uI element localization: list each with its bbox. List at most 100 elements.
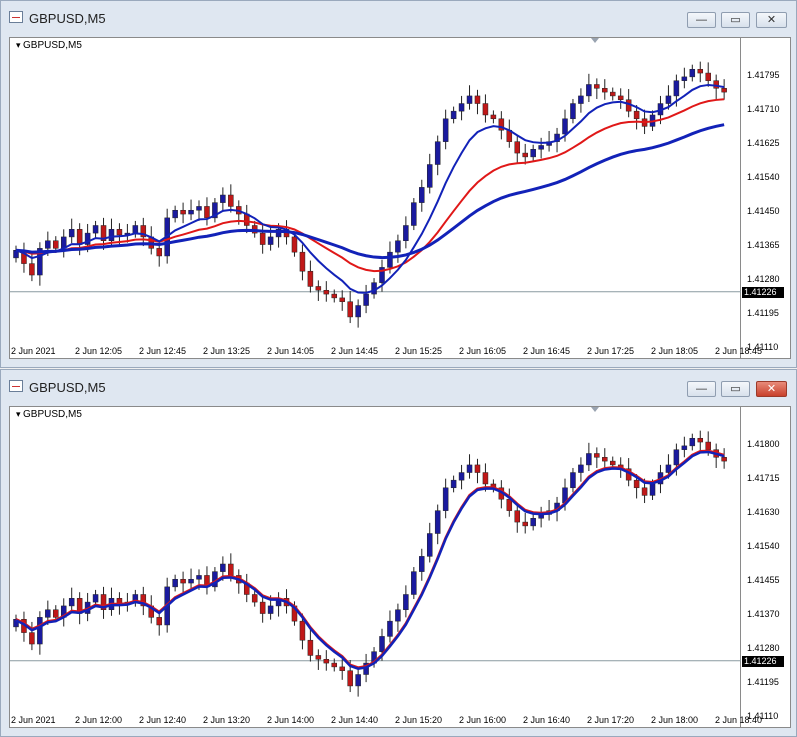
candle-body xyxy=(92,594,99,603)
candle-body xyxy=(180,578,186,584)
window-title: GBPUSD,M5 xyxy=(29,11,106,26)
time-tick-label: 2 Jun 18:05 xyxy=(651,346,699,356)
candle-body xyxy=(347,670,353,687)
minimize-button[interactable]: — xyxy=(687,381,716,397)
close-button[interactable]: ✕ xyxy=(756,381,787,397)
chart-window-bottom[interactable]: GBPUSD,M5 — ▭ ✕ GBPUSD,M5 1.41800 1.41715… xyxy=(0,369,797,737)
candle-body xyxy=(411,571,417,595)
candle-body xyxy=(474,464,481,473)
time-tick-label: 2 Jun 2021 xyxy=(11,715,56,725)
candle-body xyxy=(228,563,234,576)
candle-body xyxy=(673,449,680,466)
time-tick-label: 2 Jun 16:05 xyxy=(459,346,507,356)
title-bar[interactable]: GBPUSD,M5 — ▭ ✕ xyxy=(1,1,796,35)
price-tick-label: 1.41450 xyxy=(747,206,780,216)
price-tick-label: 1.41540 xyxy=(747,172,780,182)
time-tick-label: 2 Jun 12:45 xyxy=(139,346,187,356)
candle-body xyxy=(315,286,322,291)
candle-body xyxy=(395,609,401,622)
candle-body xyxy=(403,225,409,241)
candle-body xyxy=(259,232,266,245)
candle-body xyxy=(339,297,345,302)
chart-window-top[interactable]: GBPUSD,M5 — ▭ ✕ GBPUSD,M5 1.41795 1.41710… xyxy=(0,0,797,368)
candle-body xyxy=(665,95,672,104)
candle-body xyxy=(530,149,536,158)
candle-body xyxy=(586,84,592,97)
price-tick-label: 1.41370 xyxy=(747,609,780,619)
candle-body xyxy=(713,80,719,89)
candle-body xyxy=(633,110,640,120)
candle-body xyxy=(705,441,711,450)
candle-body xyxy=(458,472,465,481)
time-tick-label: 2 Jun 14:00 xyxy=(267,715,315,725)
restore-button[interactable]: ▭ xyxy=(721,12,750,28)
time-tick-label: 2 Jun 12:40 xyxy=(139,715,187,725)
candle-body xyxy=(339,666,345,671)
candle-body xyxy=(442,487,449,511)
close-button[interactable]: ✕ xyxy=(756,12,787,28)
candle-body xyxy=(474,95,481,104)
price-tick-label: 1.41455 xyxy=(747,575,780,585)
candle-body xyxy=(419,187,425,203)
current-price-label: 1.41226 xyxy=(742,655,784,667)
time-tick-label: 2 Jun 16:40 xyxy=(523,715,571,725)
restore-button[interactable]: ▭ xyxy=(721,381,750,397)
candle-body xyxy=(538,145,544,150)
candle-body xyxy=(220,563,226,572)
candle-body xyxy=(323,659,330,664)
candlestick-plot xyxy=(10,61,742,328)
candle-body xyxy=(299,620,306,641)
candle-body xyxy=(395,240,401,253)
candle-body xyxy=(602,457,608,462)
candle-body xyxy=(92,225,99,234)
time-tick-label: 2 Jun 14:05 xyxy=(267,346,315,356)
candle-body xyxy=(570,472,576,489)
price-chart[interactable]: GBPUSD,M5 xyxy=(9,406,742,728)
candle-body xyxy=(514,141,521,154)
chart-window-icon xyxy=(9,11,23,23)
candle-body xyxy=(132,225,139,234)
price-axis[interactable]: 1.41800 1.41715 1.41630 1.41540 1.41455 1.413… xyxy=(741,406,791,728)
candle-body xyxy=(530,518,536,527)
price-chart[interactable]: GBPUSD,M5 xyxy=(9,37,742,359)
time-tick-label: 2 Jun 16:45 xyxy=(523,346,571,356)
candle-body xyxy=(490,114,497,120)
time-tick-label: 2 Jun 18:45 xyxy=(715,346,763,356)
candle-body xyxy=(697,437,704,443)
title-bar[interactable]: GBPUSD,M5 — ▭ ✕ xyxy=(1,370,796,404)
candle-body xyxy=(251,594,258,603)
time-tick-label: 2 Jun 13:20 xyxy=(203,715,251,725)
time-tick-label: 2 Jun 15:20 xyxy=(395,715,443,725)
candle-body xyxy=(586,453,592,466)
candle-body xyxy=(697,68,704,74)
time-tick-label: 2 Jun 12:05 xyxy=(75,346,123,356)
candle-body xyxy=(665,464,672,473)
candle-body xyxy=(466,464,473,473)
time-tick-label: 2 Jun 15:25 xyxy=(395,346,443,356)
moving-average-slow xyxy=(15,123,725,260)
current-price-label: 1.41226 xyxy=(742,286,784,298)
time-tick-label: 2 Jun 14:45 xyxy=(331,346,379,356)
candle-body xyxy=(156,617,162,626)
candle-body xyxy=(609,460,616,466)
candlestick-plot xyxy=(10,430,742,697)
price-tick-label: 1.41715 xyxy=(747,473,780,483)
candle-body xyxy=(323,290,330,295)
candle-body xyxy=(681,76,688,81)
time-tick-label: 2 Jun 18:40 xyxy=(715,715,763,725)
price-axis[interactable]: 1.41795 1.41710 1.41625 1.41540 1.41450 1.413… xyxy=(741,37,791,359)
candle-body xyxy=(29,632,35,645)
candle-body xyxy=(458,103,465,112)
minimize-button[interactable]: — xyxy=(687,12,716,28)
candle-body xyxy=(291,236,298,253)
candle-body xyxy=(259,601,266,614)
candle-body xyxy=(45,609,51,618)
candle-body xyxy=(315,655,322,660)
candle-body xyxy=(466,95,473,104)
candle-body xyxy=(721,88,727,93)
price-tick-label: 1.41625 xyxy=(747,138,780,148)
candle-body xyxy=(633,479,640,489)
candle-body xyxy=(442,118,449,142)
candle-body xyxy=(594,84,600,89)
candle-body xyxy=(562,118,568,135)
